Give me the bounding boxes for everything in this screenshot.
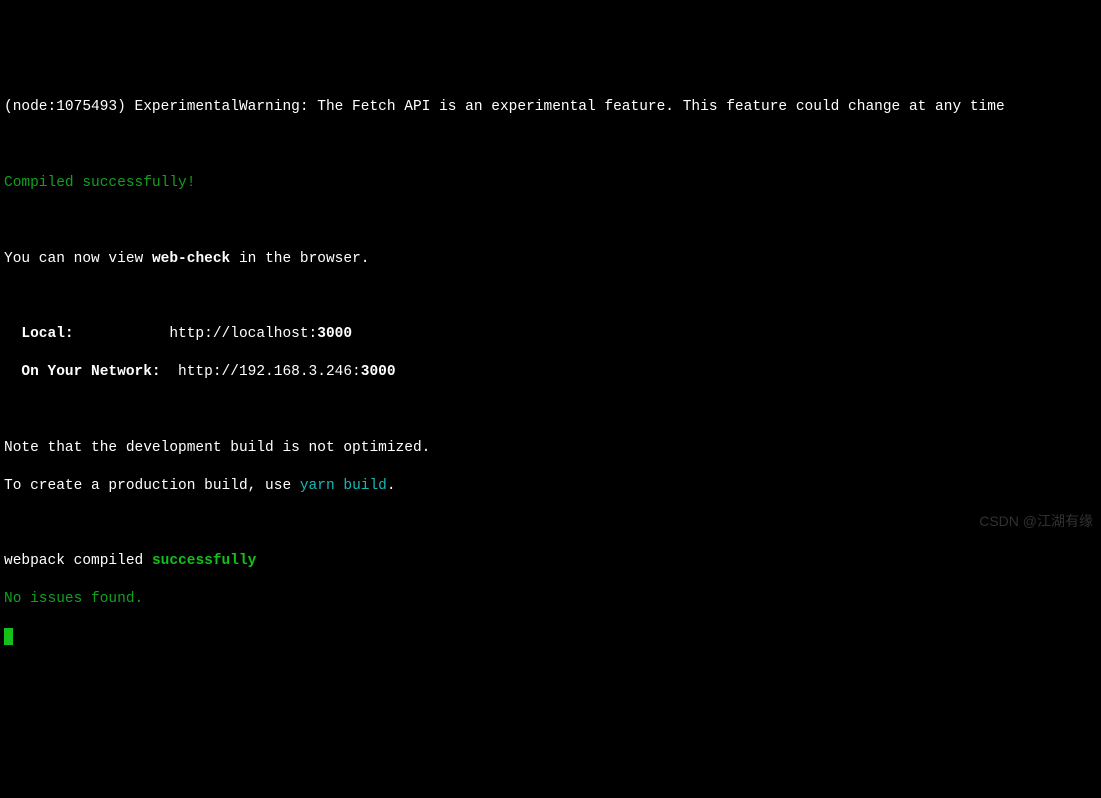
csdn-watermark: CSDN @江湖有缘: [979, 512, 1093, 530]
app-name-text: web-check: [152, 251, 230, 267]
terminal-cursor: [4, 628, 13, 645]
blank-line: [4, 287, 1097, 306]
local-url-line: Local: http://localhost:3000: [4, 325, 1097, 344]
local-label: Local:: [4, 326, 169, 342]
network-url-line: On Your Network: http://192.168.3.246:30…: [4, 363, 1097, 382]
no-issues-text: No issues found.: [4, 591, 143, 607]
note-line-1: Note that the development build is not o…: [4, 439, 1097, 458]
compiled-status-text: Compiled successfully!: [4, 175, 195, 191]
note1-text: Note that the development build is not o…: [4, 440, 430, 456]
cursor-line: [4, 628, 1097, 647]
terminal-output[interactable]: (node:1075493) ExperimentalWarning: The …: [4, 79, 1097, 666]
note-line-2: To create a production build, use yarn b…: [4, 477, 1097, 496]
network-label: On Your Network:: [4, 364, 178, 380]
node-warning-text: (node:1075493) ExperimentalWarning: The …: [4, 99, 1005, 115]
compiled-line: Compiled successfully!: [4, 174, 1097, 193]
local-url-prefix: http://localhost:: [169, 326, 317, 342]
blank-line: [4, 212, 1097, 231]
network-url-prefix: http://192.168.3.246:: [178, 364, 361, 380]
issues-line: No issues found.: [4, 590, 1097, 609]
note2-prefix-text: To create a production build, use: [4, 478, 300, 494]
local-port: 3000: [317, 326, 352, 342]
view-app-line: You can now view web-check in the browse…: [4, 250, 1097, 269]
webpack-line: webpack compiled successfully: [4, 552, 1097, 571]
network-port: 3000: [361, 364, 396, 380]
warning-line: (node:1075493) ExperimentalWarning: The …: [4, 98, 1097, 117]
webpack-status-text: successfully: [152, 553, 256, 569]
view-suffix-text: in the browser.: [230, 251, 369, 267]
view-prefix-text: You can now view: [4, 251, 152, 267]
webpack-prefix-text: webpack compiled: [4, 553, 152, 569]
blank-line: [4, 401, 1097, 420]
blank-line: [4, 136, 1097, 155]
yarn-build-command: yarn build: [300, 478, 387, 494]
note2-suffix-text: .: [387, 478, 396, 494]
blank-line: [4, 515, 1097, 534]
